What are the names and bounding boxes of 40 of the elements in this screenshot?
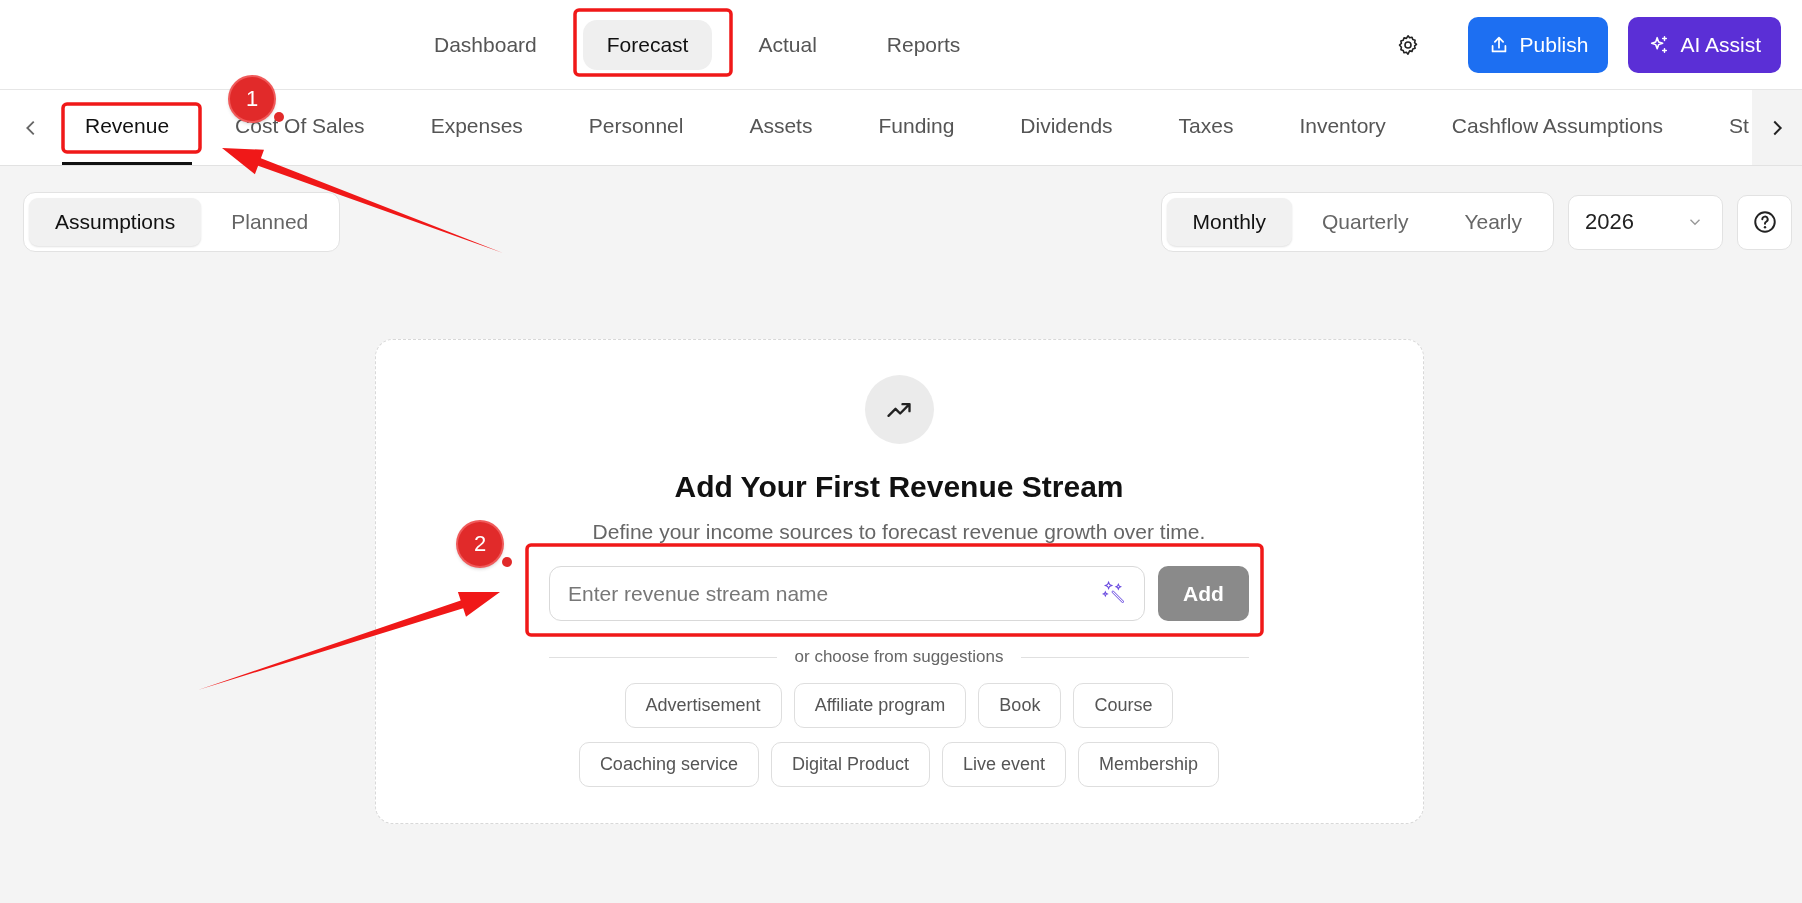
section-tab[interactable]: Expenses <box>407 90 546 165</box>
section-tab[interactable]: Inventory <box>1276 90 1409 165</box>
empty-state-title: Add Your First Revenue Stream <box>674 470 1124 504</box>
segment-option[interactable]: Quarterly <box>1296 198 1435 246</box>
suggestion-chip[interactable]: Coaching service <box>578 742 759 787</box>
section-tab[interactable]: Dividends <box>997 90 1136 165</box>
suggestion-chip[interactable]: Membership <box>1078 742 1220 787</box>
empty-state-description: Define your income sources to forecast revenue growth over time. <box>592 520 1206 544</box>
callout-badge: 2 <box>458 522 502 566</box>
callout-dot <box>502 557 512 567</box>
segment-option[interactable]: Planned <box>205 198 335 246</box>
nav-tab[interactable]: Forecast <box>582 19 713 70</box>
section-tab[interactable]: Revenue <box>62 90 193 165</box>
section-tab[interactable]: Personnel <box>565 90 707 165</box>
year-select[interactable]: 2026 <box>1568 194 1723 250</box>
help-button[interactable] <box>1737 194 1792 250</box>
section-tab[interactable]: Taxes <box>1155 90 1257 165</box>
input-field[interactable]: Enter revenue stream name <box>549 566 1145 621</box>
help-icon <box>1751 209 1778 235</box>
section-tab[interactable]: St <box>1706 90 1752 165</box>
divider-label: or choose from suggestions <box>794 647 1004 667</box>
segment-option[interactable]: Yearly <box>1438 198 1548 246</box>
section-tab[interactable]: Assets <box>726 90 836 165</box>
publish-button[interactable]: Publish <box>1467 16 1609 73</box>
segment-option[interactable]: Assumptions <box>29 198 202 246</box>
section-tab[interactable]: Funding <box>855 90 978 165</box>
suggestion-chip[interactable]: Affiliate program <box>793 683 967 728</box>
callout-badge: 1 <box>230 77 274 121</box>
suggestion-chip[interactable]: Live event <box>942 742 1067 787</box>
nav-tab[interactable]: Dashboard <box>410 19 561 70</box>
magic-wand-icon <box>1101 580 1127 606</box>
suggestion-chip[interactable]: Advertisement <box>624 683 782 728</box>
segment-option[interactable]: Monthly <box>1166 198 1293 246</box>
nav-tab[interactable]: Reports <box>862 19 985 70</box>
nav-tab[interactable]: Actual <box>734 19 841 70</box>
suggestion-chip[interactable]: Digital Product <box>770 742 930 787</box>
section-tab[interactable]: Cashflow Assumptions <box>1428 90 1687 165</box>
ai-assist-button[interactable]: AI Assist <box>1628 16 1781 73</box>
suggestion-chip[interactable]: Course <box>1073 683 1174 728</box>
suggestion-chip[interactable]: Book <box>978 683 1062 728</box>
